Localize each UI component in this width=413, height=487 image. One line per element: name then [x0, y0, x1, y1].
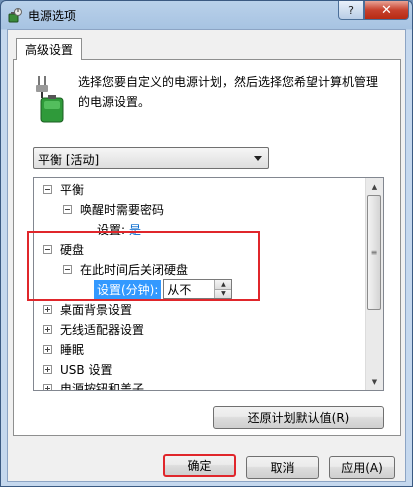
- tree-item-label: 无线适配器设置: [60, 322, 145, 337]
- tree-item-disk-minutes-setting[interactable]: 设置(分钟): ▲ ▼: [94, 279, 233, 299]
- title-bar[interactable]: 电源选项 ? ✕: [1, 1, 412, 29]
- setting-value-link[interactable]: 是: [129, 221, 141, 238]
- restore-defaults-button[interactable]: 还原计划默认值(R): [213, 406, 384, 429]
- collapse-icon[interactable]: [63, 264, 72, 274]
- collapse-icon[interactable]: [63, 204, 72, 214]
- window-title: 电源选项: [28, 9, 77, 23]
- minutes-input[interactable]: [164, 280, 215, 298]
- tab-advanced-settings[interactable]: 高级设置: [16, 38, 82, 60]
- power-options-icon: [8, 8, 22, 23]
- settings-tree-content: 平衡 唤醒时需要密码 设置: 是 硬盘 在此时间后关闭硬盘 设置(分钟): 从不…: [34, 178, 367, 390]
- tree-item-label: 睡眠: [60, 342, 85, 357]
- power-plan-value: 平衡 [活动]: [38, 153, 100, 167]
- tree-item-power-buttons[interactable]: 电源按钮和盖子: [43, 378, 145, 391]
- tree-item-balanced[interactable]: 平衡: [43, 179, 84, 199]
- expand-icon[interactable]: [43, 364, 52, 374]
- expand-icon[interactable]: [43, 304, 52, 314]
- collapse-icon[interactable]: [43, 184, 52, 194]
- tree-item-label: 平衡: [60, 182, 85, 197]
- tree-item-wake-setting[interactable]: 设置: 是: [97, 219, 141, 239]
- scroll-up-icon[interactable]: ▲: [366, 178, 383, 195]
- power-plan-dropdown[interactable]: 平衡 [活动]: [33, 147, 269, 169]
- setting-label-selected: 设置(分钟):: [94, 279, 162, 299]
- description-text: 选择您要自定义的电源计划，然后选择您希望计算机管理的电源设置。: [78, 75, 379, 109]
- scroll-down-icon[interactable]: ▼: [366, 373, 383, 390]
- tree-scrollbar[interactable]: ▲ ≡ ▼: [365, 178, 383, 390]
- tree-item-label: 硬盘: [60, 242, 85, 257]
- chevron-down-icon: [254, 156, 262, 161]
- tree-item-label: 在此时间后关闭硬盘: [80, 262, 189, 277]
- tree-item-turn-off-disk[interactable]: 在此时间后关闭硬盘: [63, 259, 188, 279]
- tree-item-label: 电源按钮和盖子: [60, 381, 145, 391]
- expand-icon[interactable]: [43, 344, 52, 354]
- minutes-stepper[interactable]: ▲ ▼: [163, 279, 233, 299]
- settings-panel: 选择您要自定义的电源计划，然后选择您希望计算机管理的电源设置。 平衡 [活动] …: [13, 59, 401, 436]
- tree-item-label: 唤醒时需要密码: [80, 202, 165, 217]
- apply-button[interactable]: 应用(A): [329, 456, 395, 479]
- power-options-window: 电源选项 ? ✕ 高级设置 选择您要自定义的电源计划，然后选择您希望计算机管理的…: [0, 0, 413, 487]
- tree-item-hard-disk[interactable]: 硬盘: [43, 239, 84, 259]
- tree-item-sleep[interactable]: 睡眠: [43, 339, 84, 359]
- battery-plug-icon: [36, 76, 64, 123]
- settings-tree[interactable]: 平衡 唤醒时需要密码 设置: 是 硬盘 在此时间后关闭硬盘 设置(分钟): 从不…: [33, 177, 384, 391]
- tree-item-desktop-background[interactable]: 桌面背景设置: [43, 299, 132, 319]
- tree-item-label: 桌面背景设置: [60, 302, 133, 317]
- setting-label: 设置:: [97, 222, 126, 237]
- dialog-client-area: 高级设置 选择您要自定义的电源计划，然后选择您希望计算机管理的电源设置。 平衡 …: [7, 29, 406, 482]
- expand-icon[interactable]: [43, 383, 52, 390]
- tree-item-wake-password[interactable]: 唤醒时需要密码: [63, 199, 164, 219]
- close-button[interactable]: ✕: [364, 1, 409, 20]
- tree-item-label: USB 设置: [60, 362, 113, 377]
- scroll-thumb[interactable]: ≡: [367, 195, 381, 310]
- tree-item-wireless-adapter[interactable]: 无线适配器设置: [43, 319, 144, 339]
- expand-icon[interactable]: [43, 324, 52, 334]
- ok-button[interactable]: 确定: [163, 454, 236, 477]
- cancel-button[interactable]: 取消: [246, 456, 319, 479]
- help-button[interactable]: ?: [338, 1, 364, 20]
- stepper-down-icon[interactable]: ▼: [215, 288, 232, 298]
- collapse-icon[interactable]: [43, 244, 52, 254]
- tree-item-usb-settings[interactable]: USB 设置: [43, 359, 112, 379]
- stepper-up-icon[interactable]: ▲: [215, 280, 232, 289]
